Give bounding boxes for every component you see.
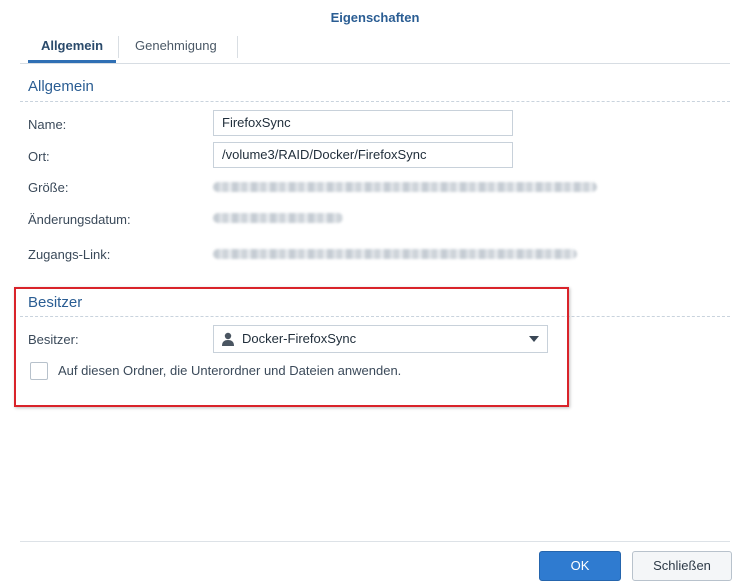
name-field[interactable]: FirefoxSync bbox=[213, 110, 513, 136]
tab-general[interactable]: Allgemein bbox=[28, 33, 116, 63]
tab-bar: Allgemein Genehmigung bbox=[20, 33, 730, 64]
access-link-redacted[interactable] bbox=[213, 249, 577, 259]
modified-label: Änderungsdatum: bbox=[28, 212, 131, 227]
ok-button[interactable]: OK bbox=[539, 551, 621, 581]
tab-permission[interactable]: Genehmigung bbox=[135, 33, 217, 63]
highlight-box bbox=[14, 287, 569, 407]
dialog-title: Eigenschaften bbox=[330, 10, 420, 25]
modified-value-redacted bbox=[213, 213, 343, 223]
location-label: Ort: bbox=[28, 149, 50, 164]
tab-divider bbox=[237, 36, 238, 58]
tab-divider bbox=[118, 36, 119, 58]
size-label: Größe: bbox=[28, 180, 69, 195]
close-button[interactable]: Schließen bbox=[632, 551, 732, 581]
location-field[interactable]: /volume3/RAID/Docker/FirefoxSync bbox=[213, 142, 513, 168]
size-value-redacted bbox=[213, 182, 597, 192]
section-divider bbox=[20, 101, 730, 102]
name-label: Name: bbox=[28, 117, 67, 132]
footer-divider bbox=[20, 541, 730, 542]
section-title-general: Allgemein bbox=[28, 78, 94, 95]
access-link-label: Zugangs-Link: bbox=[28, 247, 111, 262]
